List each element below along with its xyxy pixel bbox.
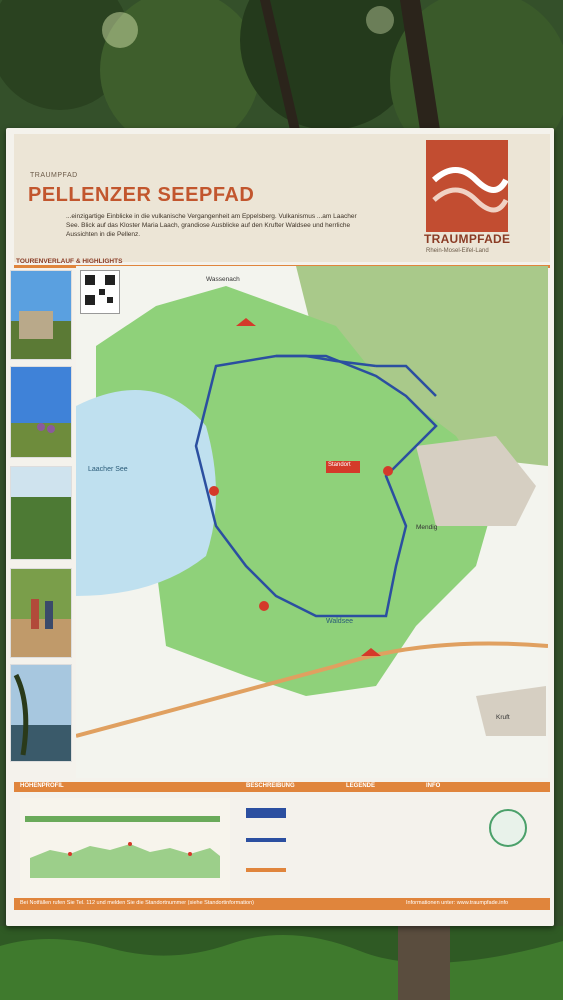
- sign-kicker: TRAUMPFAD: [30, 172, 78, 179]
- sign-title: PELLENZER SEEPFAD: [28, 184, 255, 206]
- elevation-profile-graphic: [20, 798, 230, 888]
- town-label-top: Wassenach: [206, 276, 240, 283]
- highlight-marker-icon: [209, 486, 219, 496]
- qr-code-icon: [85, 275, 115, 305]
- photo-column: [10, 266, 74, 776]
- lake-label: Laacher See: [88, 466, 128, 473]
- elevation-profile: [20, 798, 230, 908]
- photo-landscape: [10, 466, 72, 560]
- grass-foreground: [0, 926, 563, 1000]
- highlight-marker-icon: [259, 601, 269, 611]
- trail-map: Laacher See Wassenach Mendig Kruft Walds…: [76, 266, 548, 778]
- photo-lake-tree: [10, 664, 72, 762]
- map-graphic: [76, 266, 548, 778]
- town-label-right: Mendig: [416, 524, 438, 531]
- website-note: Informationen unter: www.traumpfade.info: [406, 900, 509, 906]
- waldsee-label: Waldsee: [326, 618, 353, 625]
- town-label-bottom-right: Kruft: [496, 714, 510, 721]
- sign-intro: ...einzigartige Einblicke in die vulkani…: [66, 213, 357, 238]
- info-section-label: INFO: [426, 783, 441, 789]
- logo-subtitle: Rhein-Mosel-Eifel-Land: [426, 248, 489, 254]
- start-marker-icon: [383, 466, 393, 476]
- description-section-label: BESCHREIBUNG: [246, 783, 295, 789]
- trail-sign-board: TRAUMPFAD PELLENZER SEEPFAD ...einzigart…: [6, 128, 554, 926]
- wave-logo-icon: [431, 167, 509, 213]
- legend-and-info: [238, 798, 538, 908]
- qr-code[interactable]: [80, 270, 120, 314]
- sign-post: [398, 926, 450, 1000]
- route-section-label: TOURENVERLAUF & HIGHLIGHTS: [16, 258, 123, 265]
- emergency-note: Bei Notfällen rufen Sie Tel. 112 und mel…: [20, 900, 254, 906]
- traumpfade-logo: [426, 140, 509, 232]
- photo-hikers-path: [10, 568, 72, 658]
- logo-name: TRAUMPFADE: [424, 232, 511, 246]
- you-are-here-label: Standort: [328, 462, 351, 468]
- photo-hut: [10, 270, 72, 360]
- profile-section-label: HÖHENPROFIL: [20, 783, 64, 789]
- legend-section-label: LEGENDE: [346, 783, 376, 789]
- legend-graphic: [246, 808, 527, 872]
- photo-hikers-lupines: [10, 366, 72, 458]
